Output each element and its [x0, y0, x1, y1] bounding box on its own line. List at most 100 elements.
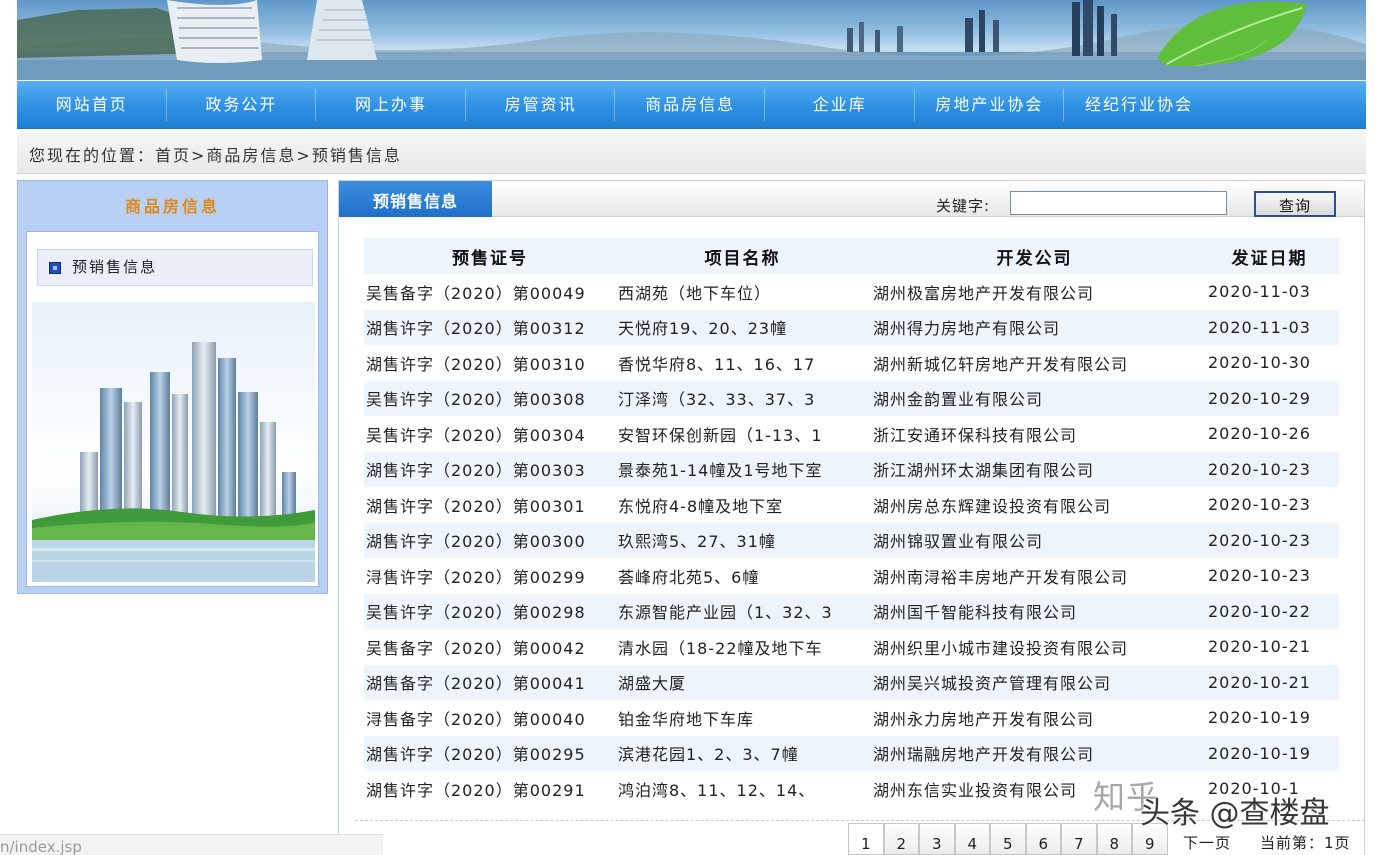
keyword-input[interactable] — [1010, 191, 1227, 215]
watermark-toutiao: 头条 @查楼盘 — [1140, 796, 1330, 831]
cell-date: 2020-10-21 — [1200, 664, 1339, 700]
cell-date: 2020-11-03 — [1200, 309, 1339, 345]
nav-item-realestate-assoc[interactable]: 房地产业协会 — [915, 81, 1065, 129]
cell-date: 2020-10-23 — [1208, 495, 1311, 515]
table-row[interactable]: 湖售许字（2020）第00312 天悦府19、20、23幢 湖州得力房地产有限公司 2… — [364, 309, 1339, 345]
table-row[interactable]: 湖售许字（2020）第00300 玖熙湾5、27、31幢 湖州锦驭置业有限公司 202… — [364, 522, 1339, 558]
table-row[interactable]: 吴售许字（2020）第00308 汀泽湾（32、33、37、3 湖州金韵置业有限公司… — [364, 380, 1339, 416]
cell-date: 2020-11-03 — [1208, 282, 1311, 302]
sidebar-panel: 预销售信息 — [26, 231, 319, 587]
keyword-label: 关键字: — [936, 197, 991, 215]
page-link[interactable]: 5 — [990, 823, 1026, 855]
page-link[interactable]: 2 — [883, 823, 919, 855]
city-skyline-image — [32, 302, 315, 582]
cell-company: 湖州房总东辉建设投资有限公司 — [873, 496, 1112, 516]
nav-item-broker-assoc[interactable]: 经纪行业协会 — [1064, 81, 1214, 129]
column-header-cert: 预售证号 — [364, 238, 616, 274]
page-link[interactable]: 8 — [1096, 823, 1132, 855]
cell-project[interactable]: 湖盛大厦 — [616, 664, 869, 700]
cell-date: 2020-10-21 — [1208, 637, 1311, 657]
nav-item-commercial-housing[interactable]: 商品房信息 — [615, 81, 765, 129]
cell-cert: 湖售许字（2020）第00291 — [366, 780, 586, 800]
cell-project[interactable]: 玖熙湾5、27、31幢 — [616, 522, 869, 558]
cell-project[interactable]: 安智环保创新园（1-13、1 — [616, 416, 869, 452]
cell-cert: 吴售许字（2020）第00298 — [364, 593, 616, 629]
cell-date: 2020-10-26 — [1208, 424, 1311, 444]
main-panel: 预销售信息 关键字: 查询 预售证号 项目名称 开发公司 发证日期 吴售备字（2… — [338, 180, 1365, 855]
table-row[interactable]: 吴售备字（2020）第00049 西湖苑（地下车位） 湖州极富房地产开发有限公司 20… — [364, 274, 1339, 310]
column-header-company: 开发公司 — [869, 238, 1200, 274]
table-row[interactable]: 湖售备字（2020）第00041 湖盛大厦 湖州吴兴城投资产管理有限公司 2020-1… — [364, 664, 1339, 700]
sidebar-item-label: 预销售信息 — [72, 258, 158, 276]
nav-item-enterprise-db[interactable]: 企业库 — [765, 81, 915, 129]
cell-company: 湖州织里小城市建设投资有限公司 — [873, 638, 1129, 658]
cell-project[interactable]: 香悦华府8、11、16、17 — [616, 345, 869, 381]
cell-cert: 湖售许字（2020）第00295 — [364, 735, 616, 771]
cell-project[interactable]: 汀泽湾（32、33、37、3 — [616, 380, 869, 416]
cell-project[interactable]: 荟峰府北苑5、6幢 — [616, 558, 869, 594]
main-nav: 网站首页 政务公开 网上办事 房管资讯 商品房信息 企业库 房地产业协会 经纪行… — [17, 81, 1366, 129]
cell-cert: 吴售许字（2020）第00304 — [366, 425, 586, 445]
tab-presale[interactable]: 预销售信息 — [339, 181, 492, 217]
cell-project[interactable]: 西湖苑（地下车位） — [616, 274, 869, 310]
column-header-project: 项目名称 — [616, 238, 869, 274]
cell-project[interactable]: 天悦府19、20、23幢 — [616, 309, 869, 345]
table-row[interactable]: 湖售许字（2020）第00295 滨港花园1、2、3、7幢 湖州瑞融房地产开发有限公… — [364, 735, 1339, 771]
next-page-link[interactable]: 下一页 — [1183, 832, 1231, 853]
cell-cert: 湖售许字（2020）第00303 — [364, 451, 616, 487]
pagination: 1 2 3 4 5 6 7 8 9 — [848, 823, 1168, 855]
cell-project[interactable]: 鸿泊湾8、11、12、14、 — [616, 771, 869, 807]
table-row[interactable]: 吴售许字（2020）第00298 东源智能产业园（1、32、3 湖州国千智能科技有限… — [364, 593, 1339, 629]
table-row[interactable]: 吴售许字（2020）第00304 安智环保创新园（1-13、1 浙江安通环保科技有限… — [364, 416, 1339, 452]
cell-date: 2020-10-23 — [1200, 522, 1339, 558]
breadcrumb-bar: 您现在的位置：首页>商品房信息>预销售信息 — [17, 130, 1366, 174]
cell-company: 湖州新城亿轩房地产开发有限公司 — [873, 354, 1129, 374]
nav-item-online-services[interactable]: 网上办事 — [316, 81, 466, 129]
page-link[interactable]: 1 — [848, 823, 884, 855]
cell-project[interactable]: 东源智能产业园（1、32、3 — [616, 593, 869, 629]
cell-company: 湖州锦驭置业有限公司 — [869, 522, 1200, 558]
cell-cert: 湖售备字（2020）第00041 — [364, 664, 616, 700]
cell-date: 2020-10-23 — [1200, 451, 1339, 487]
table-row[interactable]: 湖售许字（2020）第00301 东悦府4-8幢及地下室 湖州房总东辉建设投资有限公… — [364, 487, 1339, 523]
cell-project[interactable]: 景泰苑1-14幢及1号地下室 — [616, 451, 869, 487]
cell-cert: 浔售备字（2020）第00040 — [366, 709, 586, 729]
cell-company: 湖州国千智能科技有限公司 — [869, 593, 1200, 629]
cell-cert: 吴售备字（2020）第00042 — [366, 638, 586, 658]
cell-project[interactable]: 东悦府4-8幢及地下室 — [616, 487, 869, 523]
table-row[interactable]: 浔售许字（2020）第00299 荟峰府北苑5、6幢 湖州南浔裕丰房地产开发有限公司… — [364, 558, 1339, 594]
cell-company: 湖州永力房地产开发有限公司 — [873, 709, 1095, 729]
cell-project[interactable]: 清水园（18-22幢及地下车 — [616, 629, 869, 665]
header-banner — [17, 0, 1366, 80]
search-button[interactable]: 查询 — [1254, 191, 1336, 217]
cell-company: 湖州极富房地产开发有限公司 — [873, 283, 1095, 303]
nav-item-news[interactable]: 房管资讯 — [466, 81, 616, 129]
page-link[interactable]: 7 — [1061, 823, 1097, 855]
cell-cert: 湖售许字（2020）第00300 — [364, 522, 616, 558]
table-row[interactable]: 湖售许字（2020）第00303 景泰苑1-14幢及1号地下室 浙江湖州环太湖集团有… — [364, 451, 1339, 487]
cell-date: 2020-10-23 — [1208, 566, 1311, 586]
cell-cert: 吴售许字（2020）第00308 — [364, 380, 616, 416]
nav-item-government[interactable]: 政务公开 — [167, 81, 317, 129]
cell-cert: 湖售许字（2020）第00301 — [366, 496, 586, 516]
page-link[interactable]: 6 — [1025, 823, 1061, 855]
cell-company: 湖州瑞融房地产开发有限公司 — [869, 735, 1200, 771]
sidebar-item-presale[interactable]: 预销售信息 — [37, 249, 313, 286]
bullet-icon — [49, 262, 61, 274]
page-link[interactable]: 3 — [919, 823, 955, 855]
cell-company: 浙江安通环保科技有限公司 — [873, 425, 1078, 445]
tab-header: 预销售信息 关键字: 查询 — [339, 181, 1364, 217]
cell-project[interactable]: 滨港花园1、2、3、7幢 — [616, 735, 869, 771]
nav-item-home[interactable]: 网站首页 — [17, 81, 167, 129]
table-header-row: 预售证号 项目名称 开发公司 发证日期 — [364, 238, 1339, 274]
cell-date: 2020-10-19 — [1200, 735, 1339, 771]
table-row[interactable]: 浔售备字（2020）第00040 铂金华府地下车库 湖州永力房地产开发有限公司 202… — [364, 700, 1339, 736]
table-row[interactable]: 湖售许字（2020）第00310 香悦华府8、11、16、17 湖州新城亿轩房地产开… — [364, 345, 1339, 381]
sidebar-title: 商品房信息 — [124, 197, 220, 216]
breadcrumb: 您现在的位置：首页>商品房信息>预销售信息 — [29, 146, 402, 165]
presale-table: 预售证号 项目名称 开发公司 发证日期 吴售备字（2020）第00049 西湖苑（… — [364, 238, 1339, 807]
page-link[interactable]: 4 — [954, 823, 990, 855]
cell-project[interactable]: 铂金华府地下车库 — [616, 700, 869, 736]
table-row[interactable]: 吴售备字（2020）第00042 清水园（18-22幢及地下车 湖州织里小城市建设投… — [364, 629, 1339, 665]
cell-cert: 浔售许字（2020）第00299 — [366, 567, 586, 587]
